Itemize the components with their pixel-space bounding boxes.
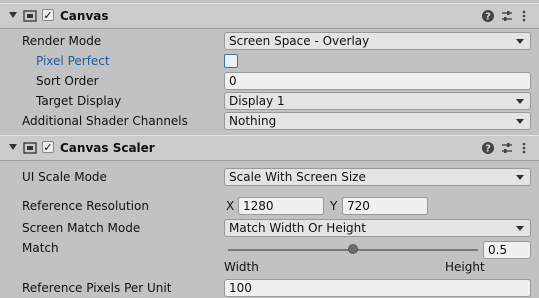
- pixel-perfect-checkbox[interactable]: [224, 54, 238, 68]
- ui-scale-mode-value: Scale With Screen Size: [229, 170, 366, 184]
- match-value-input[interactable]: 0.5: [483, 241, 531, 259]
- additional-shader-channels-row: Additional Shader Channels Nothing: [0, 111, 539, 131]
- screen-match-mode-value: Match Width Or Height: [229, 221, 366, 235]
- pixel-perfect-row: Pixel Perfect: [0, 51, 539, 71]
- canvas-scaler-icon: [23, 142, 37, 154]
- screen-match-mode-row: Screen Match Mode Match Width Or Height: [0, 218, 539, 238]
- canvas-scaler-title: Canvas Scaler: [60, 141, 155, 155]
- match-label: Match: [22, 241, 59, 255]
- ui-scale-mode-label: UI Scale Mode: [22, 170, 107, 184]
- target-display-value: Display 1: [229, 94, 285, 108]
- svg-text:?: ?: [485, 12, 491, 23]
- render-mode-value: Screen Space - Overlay: [229, 34, 370, 48]
- target-display-dropdown[interactable]: Display 1: [224, 92, 531, 110]
- match-width-label: Width: [224, 260, 259, 274]
- foldout-arrow-icon[interactable]: [9, 12, 17, 18]
- match-range-labels: Width Height: [0, 260, 539, 276]
- additional-shader-channels-value: Nothing: [229, 114, 277, 128]
- reference-pixels-per-unit-row: Reference Pixels Per Unit 100: [0, 278, 539, 298]
- svg-text:?: ?: [485, 144, 491, 155]
- additional-shader-channels-dropdown[interactable]: Nothing: [224, 112, 531, 130]
- sort-order-row: Sort Order 0: [0, 71, 539, 91]
- target-display-row: Target Display Display 1: [0, 91, 539, 111]
- x-axis-label: X: [226, 199, 235, 213]
- match-row: Match 0.5: [0, 240, 539, 260]
- additional-shader-channels-label: Additional Shader Channels: [22, 114, 188, 128]
- target-display-label: Target Display: [36, 94, 122, 108]
- canvas-component-header[interactable]: ✓ Canvas ?: [0, 3, 539, 29]
- canvas-title: Canvas: [60, 9, 109, 23]
- reference-resolution-x-input[interactable]: 1280: [238, 197, 324, 215]
- pixel-perfect-label: Pixel Perfect: [36, 54, 110, 68]
- reference-pixels-per-unit-label: Reference Pixels Per Unit: [22, 281, 172, 295]
- render-mode-dropdown[interactable]: Screen Space - Overlay: [224, 32, 531, 50]
- chevron-down-icon: [516, 226, 524, 231]
- render-mode-label: Render Mode: [22, 34, 102, 48]
- reference-resolution-label: Reference Resolution: [22, 199, 149, 213]
- reference-resolution-y-input[interactable]: 720: [342, 197, 428, 215]
- foldout-arrow-icon[interactable]: [9, 144, 17, 150]
- chevron-down-icon: [516, 119, 524, 124]
- sort-order-input[interactable]: 0: [224, 72, 531, 90]
- ui-scale-mode-dropdown[interactable]: Scale With Screen Size: [224, 168, 531, 186]
- y-axis-label: Y: [330, 199, 338, 213]
- chevron-down-icon: [516, 99, 524, 104]
- canvas-icon: [23, 10, 37, 22]
- canvas-enabled-checkbox[interactable]: ✓: [42, 9, 54, 21]
- screen-match-mode-label: Screen Match Mode: [22, 221, 141, 235]
- sort-order-label: Sort Order: [36, 74, 99, 88]
- chevron-down-icon: [516, 39, 524, 44]
- reference-pixels-per-unit-input[interactable]: 100: [224, 279, 531, 297]
- ui-scale-mode-row: UI Scale Mode Scale With Screen Size: [0, 167, 539, 187]
- screen-match-mode-dropdown[interactable]: Match Width Or Height: [224, 219, 531, 237]
- match-slider-handle[interactable]: [348, 244, 358, 254]
- reference-resolution-row: Reference Resolution X 1280 Y 720: [0, 196, 539, 216]
- presets-icon[interactable]: [500, 9, 514, 23]
- help-icon[interactable]: ?: [481, 141, 495, 155]
- render-mode-row: Render Mode Screen Space - Overlay: [0, 31, 539, 51]
- presets-icon[interactable]: [500, 141, 514, 155]
- canvas-scaler-enabled-checkbox[interactable]: ✓: [42, 141, 54, 153]
- chevron-down-icon: [516, 175, 524, 180]
- canvas-scaler-component-header[interactable]: ✓ Canvas Scaler ?: [0, 135, 539, 161]
- match-height-label: Height: [445, 260, 485, 274]
- help-icon[interactable]: ?: [481, 9, 495, 23]
- context-menu-icon[interactable]: [517, 9, 531, 23]
- context-menu-icon[interactable]: [517, 141, 531, 155]
